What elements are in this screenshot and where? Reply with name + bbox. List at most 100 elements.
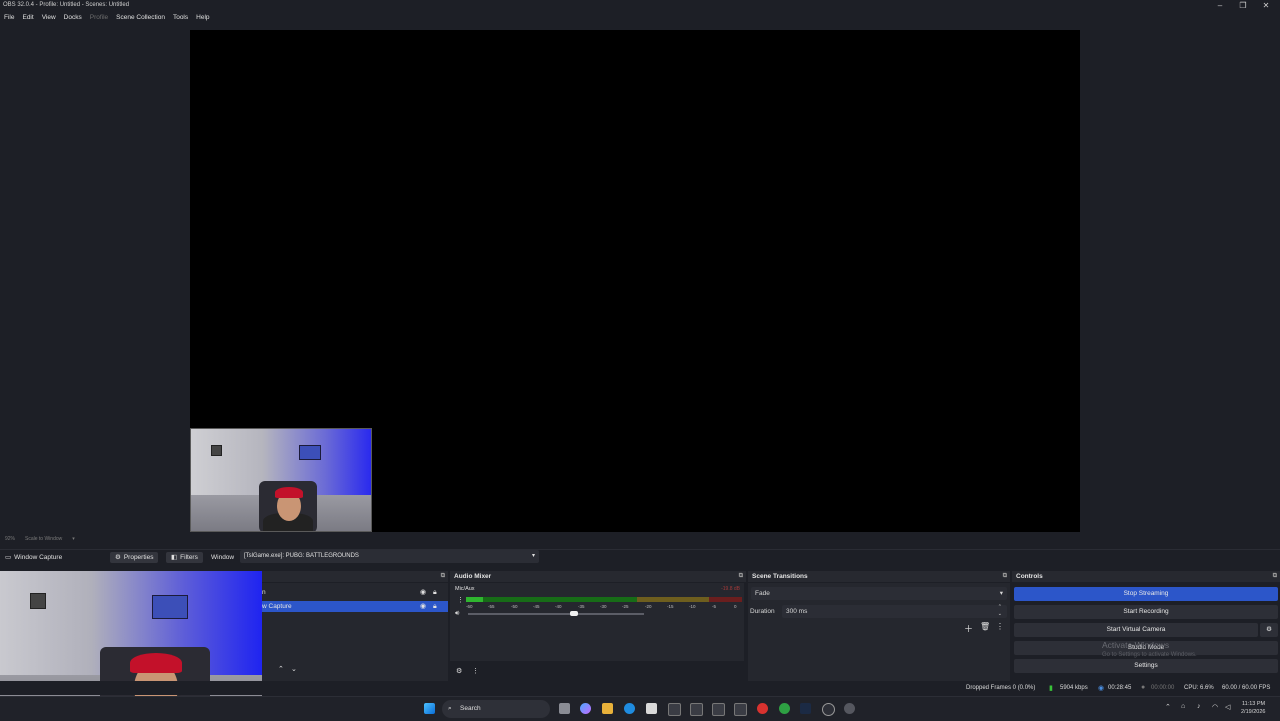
- scale-mode[interactable]: Scale to Window: [25, 536, 62, 545]
- properties-button[interactable]: ⚙ Properties: [110, 552, 159, 563]
- steam-icon[interactable]: [800, 703, 811, 714]
- undock-icon[interactable]: ⧉: [1273, 571, 1277, 582]
- chevron-down-icon: ▾: [531, 553, 535, 559]
- controls-title: Controls: [1016, 573, 1043, 580]
- edge-icon[interactable]: [624, 703, 635, 714]
- add-icon[interactable]: ＋: [964, 622, 973, 635]
- kebab-menu-icon[interactable]: ⋮: [472, 667, 479, 675]
- window-select-value: [TslGame.exe]: PUBG: BATTLEGROUNDS: [244, 553, 359, 559]
- source-row[interactable]: n ◉ 🔒︎: [262, 587, 448, 598]
- menu-edit[interactable]: Edit: [22, 12, 33, 24]
- menu-view[interactable]: View: [42, 12, 56, 24]
- stream-icon: ◉: [1098, 685, 1105, 692]
- undock-icon[interactable]: ⧉: [739, 571, 743, 582]
- stop-streaming-button[interactable]: Stop Streaming: [1014, 587, 1278, 601]
- window-label: Window: [211, 554, 235, 561]
- filters-button[interactable]: ◧ Filters: [166, 552, 203, 563]
- filters-label: Filters: [180, 554, 198, 561]
- level-meter-background: [466, 597, 742, 602]
- xbox-icon[interactable]: [779, 703, 790, 714]
- sources-list: n ◉ 🔒︎ w Capture ◉ 🔒︎ ⌃ ⌄: [262, 583, 448, 681]
- meter-tick-label: -15: [667, 604, 674, 609]
- spin-arrows-icon[interactable]: ⌃ ⌄: [998, 604, 1002, 618]
- mic-icon[interactable]: ♪: [1197, 703, 1201, 710]
- channel-name: Mic/Aux: [455, 586, 475, 592]
- start-virtual-camera-button[interactable]: Start Virtual Camera: [1014, 623, 1258, 637]
- settings-button[interactable]: Settings: [1014, 659, 1278, 673]
- zoom-level[interactable]: 92%: [5, 536, 15, 545]
- kebab-menu-icon[interactable]: ⋮: [457, 596, 464, 604]
- move-down-icon[interactable]: ⌄: [291, 665, 297, 673]
- start-recording-button[interactable]: Start Recording: [1014, 605, 1278, 619]
- trash-icon[interactable]: 🗑︎: [980, 622, 990, 631]
- audio-mixer-header: Audio Mixer ⧉: [450, 571, 746, 582]
- move-up-icon[interactable]: ⌃: [278, 665, 284, 673]
- scene-transitions-dock: Scene Transitions ⧉ Fade ▾ Duration 300 …: [748, 571, 1010, 681]
- menu-profile[interactable]: Profile: [90, 12, 108, 24]
- store-icon[interactable]: [646, 703, 657, 714]
- meter-tick-label: -25: [622, 604, 629, 609]
- taskbar-search[interactable]: ⌕ Search: [442, 700, 550, 718]
- undock-icon[interactable]: ⧉: [1003, 571, 1007, 582]
- meter-tick-label: -55: [488, 604, 495, 609]
- app-icon[interactable]: [690, 703, 703, 716]
- gear-icon: ⚙: [115, 554, 121, 561]
- task-view-icon[interactable]: [559, 703, 570, 714]
- record-icon: ●: [1141, 684, 1146, 691]
- monitor-icon: ▭: [5, 554, 12, 561]
- kebab-menu-icon[interactable]: ⋮: [996, 622, 1004, 631]
- meter-tick-label: -35: [578, 604, 585, 609]
- app-icon[interactable]: [668, 703, 681, 716]
- speaker-icon[interactable]: 🔊︎: [455, 610, 459, 618]
- app-icon[interactable]: [844, 703, 855, 714]
- copilot-icon[interactable]: [580, 703, 591, 714]
- volume-slider-handle[interactable]: [570, 611, 578, 616]
- channel-db: -19.8 dB: [721, 586, 740, 592]
- source-row-label: n: [262, 589, 266, 596]
- menu-scene-collection[interactable]: Scene Collection: [116, 12, 165, 24]
- undock-icon[interactable]: ⧉: [441, 571, 445, 582]
- notion-icon[interactable]: [712, 703, 725, 716]
- menu-file[interactable]: File: [4, 12, 14, 24]
- menu-docks[interactable]: Docks: [64, 12, 82, 24]
- file-explorer-icon[interactable]: [602, 703, 613, 714]
- meter-tick-label: -45: [533, 604, 540, 609]
- eye-icon[interactable]: ◉: [420, 601, 426, 612]
- lock-icon[interactable]: 🔒︎: [433, 587, 437, 598]
- obs-icon[interactable]: [822, 703, 835, 716]
- duration-input[interactable]: 300 ms ⌃ ⌄: [782, 604, 1007, 618]
- sources-dock: ⧉ n ◉ 🔒︎ w Capture ◉ 🔒︎ ⌃ ⌄: [262, 571, 448, 681]
- lock-icon[interactable]: 🔒︎: [433, 601, 437, 612]
- network-icon[interactable]: ⌂: [1181, 703, 1185, 710]
- start-icon[interactable]: [424, 703, 435, 714]
- fps: 60.00 / 60.00 FPS: [1222, 685, 1271, 691]
- tray-chevron-icon[interactable]: ⌃: [1165, 703, 1171, 711]
- meter-tick-label: -50: [511, 604, 518, 609]
- volume-slider-track[interactable]: [468, 613, 644, 615]
- webcam-source-preview[interactable]: [190, 428, 372, 532]
- menu-tools[interactable]: Tools: [173, 12, 188, 24]
- menu-help[interactable]: Help: [196, 12, 209, 24]
- minimize-button[interactable]: –: [1214, 1, 1226, 10]
- wifi-icon[interactable]: ◠: [1212, 703, 1218, 711]
- title-bar: OBS 32.0.4 - Profile: Untitled - Scenes:…: [0, 0, 1280, 11]
- transition-select[interactable]: Fade ▾: [751, 587, 1007, 600]
- controls-body: Stop Streaming Start Recording Start Vir…: [1012, 583, 1280, 681]
- close-button[interactable]: ✕: [1260, 1, 1272, 10]
- app-icon[interactable]: [734, 703, 747, 716]
- virtual-camera-settings-icon[interactable]: ⚙: [1260, 623, 1278, 637]
- chevron-down-icon[interactable]: ▾: [72, 536, 75, 545]
- menu-bar: File Edit View Docks Profile Scene Colle…: [0, 12, 1280, 24]
- volume-icon[interactable]: ◁: [1225, 703, 1230, 711]
- window-select[interactable]: [TslGame.exe]: PUBG: BATTLEGROUNDS ▾: [240, 550, 539, 563]
- taskbar-search-label: Search: [460, 705, 481, 712]
- clock-date[interactable]: 2/19/2026: [1241, 709, 1265, 715]
- source-row-selected[interactable]: w Capture ◉ 🔒︎: [262, 601, 448, 612]
- eye-icon[interactable]: ◉: [420, 587, 426, 598]
- maximize-button[interactable]: ❐: [1237, 1, 1249, 10]
- app-icon[interactable]: [757, 703, 768, 714]
- stream-time: 00:28:45: [1108, 685, 1132, 691]
- mixer-settings-icon[interactable]: ⚙: [456, 667, 462, 675]
- search-icon: ⌕: [448, 705, 452, 712]
- clock-time[interactable]: 11:13 PM: [1242, 701, 1265, 707]
